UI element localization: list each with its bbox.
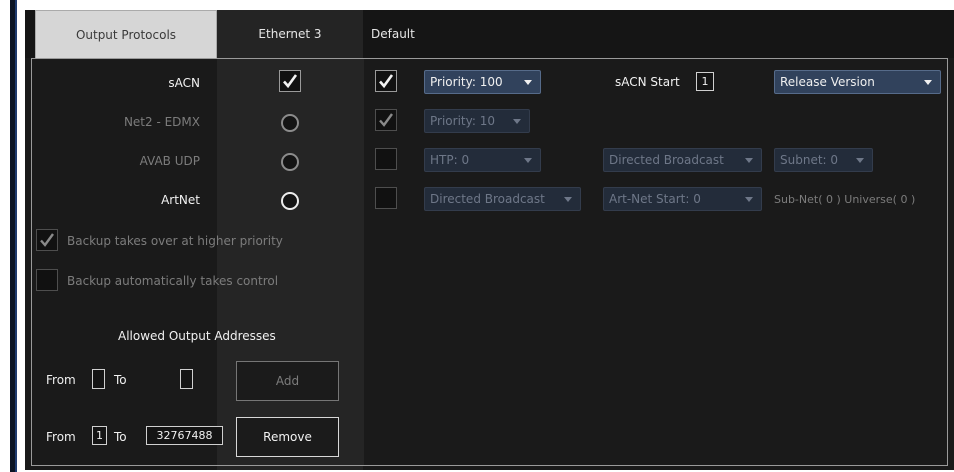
sacn-start-label: sACN Start — [615, 75, 680, 89]
allowed-addresses-title: Allowed Output Addresses — [118, 329, 276, 343]
from-label: From — [46, 373, 76, 387]
tab-output-protocols[interactable]: Output Protocols — [35, 10, 217, 58]
backup-auto-control-label: Backup automatically takes control — [67, 274, 279, 288]
avab-default-checkbox[interactable] — [375, 148, 397, 170]
sacn-start-input[interactable]: 1 — [696, 72, 714, 91]
sacn-priority-value: Priority: 100 — [430, 75, 503, 89]
sacn-enable-checkbox[interactable] — [279, 70, 301, 92]
tab-ethernet[interactable]: Ethernet 3 — [217, 10, 363, 58]
net2-priority-dropdown[interactable]: Priority: 10 — [424, 109, 530, 133]
net2-priority-value: Priority: 10 — [430, 114, 495, 128]
sacn-version-value: Release Version — [780, 75, 875, 89]
chevron-down-icon — [524, 158, 532, 163]
chevron-down-icon — [745, 158, 753, 163]
avab-enable-radio[interactable] — [281, 153, 299, 171]
from-label: From — [46, 430, 76, 444]
artnet-broadcast-value: Directed Broadcast — [430, 192, 545, 206]
chevron-down-icon — [513, 119, 521, 124]
artnet-subnet-universe: Sub-Net( 0 ) Universe( 0 ) — [774, 193, 916, 206]
avab-htp-dropdown[interactable]: HTP: 0 — [424, 148, 541, 172]
chevron-down-icon — [564, 197, 572, 202]
to-label: To — [114, 430, 127, 444]
avab-subnet-dropdown[interactable]: Subnet: 0 — [774, 148, 873, 172]
to-label: To — [114, 373, 127, 387]
from-input-2[interactable]: 1 — [92, 426, 107, 445]
artnet-start-value: Art-Net Start: 0 — [609, 192, 701, 206]
tab-default-label: Default — [371, 27, 415, 41]
artnet-start-dropdown[interactable]: Art-Net Start: 0 — [603, 187, 762, 211]
artnet-default-checkbox[interactable] — [375, 187, 397, 209]
sacn-label: sACN — [168, 76, 200, 90]
sacn-priority-dropdown[interactable]: Priority: 100 — [424, 70, 541, 94]
tab-bar: Output Protocols Ethernet 3 Default — [25, 10, 954, 58]
net2-default-checkbox[interactable] — [375, 109, 397, 131]
avab-label: AVAB UDP — [139, 154, 200, 168]
to-input-2[interactable]: 32767488 — [146, 426, 223, 445]
avab-htp-value: HTP: 0 — [430, 153, 470, 167]
tab-output-protocols-label: Output Protocols — [75, 27, 177, 42]
from-input-1[interactable] — [92, 369, 105, 389]
add-button[interactable]: Add — [236, 361, 339, 401]
output-protocols-panel: Output Protocols Ethernet 3 Default sACN… — [25, 10, 954, 470]
avab-subnet-value: Subnet: 0 — [780, 153, 839, 167]
sacn-version-dropdown[interactable]: Release Version — [774, 70, 941, 94]
chevron-down-icon — [524, 80, 532, 85]
artnet-label: ArtNet — [161, 193, 200, 207]
artnet-enable-radio[interactable] — [281, 192, 299, 210]
to-input-1[interactable] — [180, 369, 193, 389]
left-edge-bar — [10, 0, 17, 472]
chevron-down-icon — [856, 158, 864, 163]
avab-broadcast-value: Directed Broadcast — [609, 153, 724, 167]
backup-higher-priority-checkbox[interactable] — [36, 229, 58, 251]
remove-button[interactable]: Remove — [236, 417, 339, 457]
artnet-broadcast-dropdown[interactable]: Directed Broadcast — [424, 187, 581, 211]
chevron-down-icon — [924, 80, 932, 85]
checkmark-icon — [379, 113, 393, 127]
net2-label: Net2 - EDMX — [123, 115, 200, 129]
backup-auto-control-checkbox[interactable] — [36, 269, 58, 291]
checkmark-icon — [40, 233, 54, 247]
window: Output Protocols Ethernet 3 Default sACN… — [0, 0, 954, 472]
tab-ethernet-label: Ethernet 3 — [258, 27, 322, 41]
backup-higher-priority-label: Backup takes over at higher priority — [67, 234, 283, 248]
checkmark-icon — [379, 74, 394, 89]
sacn-default-checkbox[interactable] — [375, 70, 397, 92]
avab-broadcast-dropdown[interactable]: Directed Broadcast — [603, 148, 762, 172]
chevron-down-icon — [745, 197, 753, 202]
checkmark-icon — [283, 74, 298, 89]
protocols-content: sACN Priority: 100 sACN Start 1 Release … — [31, 58, 948, 466]
tab-default[interactable]: Default — [363, 10, 443, 58]
net2-enable-radio[interactable] — [281, 114, 299, 132]
